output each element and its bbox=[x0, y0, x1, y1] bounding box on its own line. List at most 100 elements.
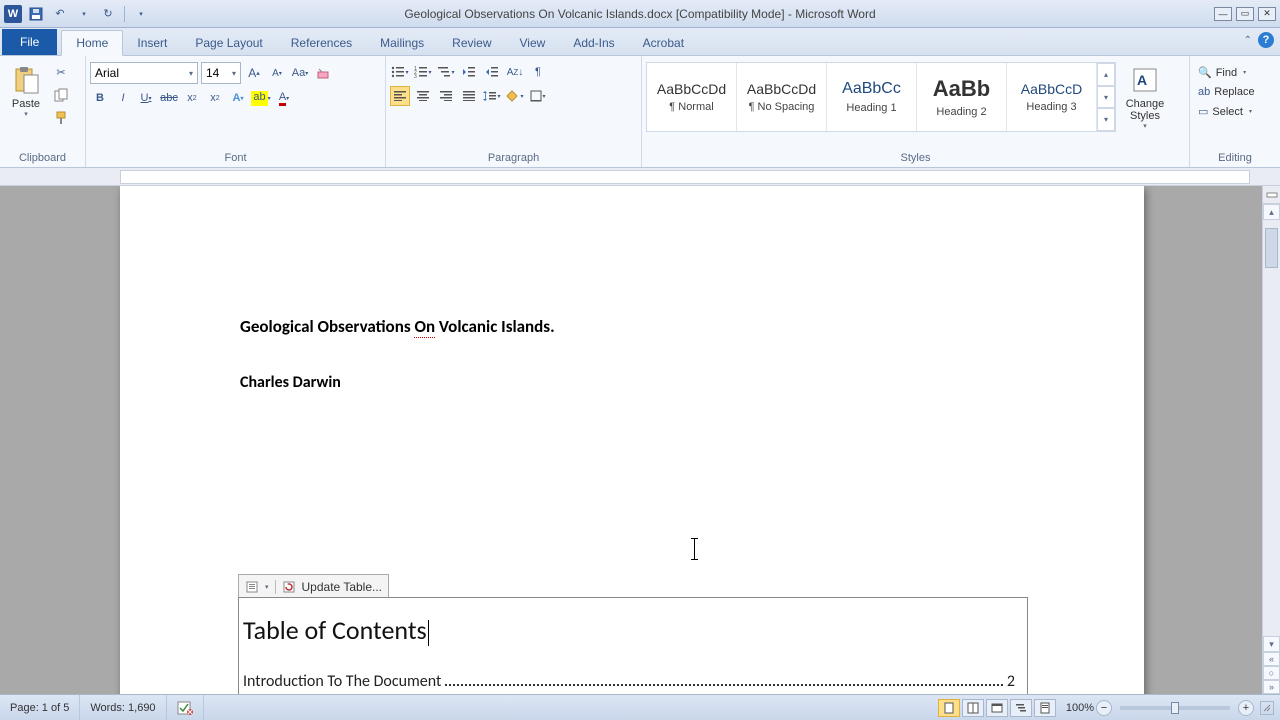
highlight-icon[interactable]: ab▾ bbox=[251, 88, 271, 108]
undo-dropdown-icon[interactable]: ▾ bbox=[74, 4, 94, 24]
shading-icon[interactable]: ▾ bbox=[505, 86, 525, 106]
document-area[interactable]: Geological Observations On Volcanic Isla… bbox=[0, 186, 1280, 694]
text-effects-icon[interactable]: A▾ bbox=[228, 88, 248, 108]
style-no-spacing[interactable]: AaBbCcDd¶ No Spacing bbox=[737, 63, 827, 131]
qat-customize-icon[interactable]: ▾ bbox=[131, 4, 151, 24]
scroll-up-icon[interactable]: ▴ bbox=[1263, 204, 1280, 220]
scroll-down-icon[interactable]: ▾ bbox=[1263, 636, 1280, 652]
outline-view-icon[interactable] bbox=[1010, 699, 1032, 717]
style-heading-3[interactable]: AaBbCcDHeading 3 bbox=[1007, 63, 1097, 131]
italic-button[interactable]: I bbox=[113, 88, 133, 108]
copy-icon[interactable] bbox=[51, 85, 71, 105]
tab-file[interactable]: File bbox=[2, 29, 57, 55]
tab-page-layout[interactable]: Page Layout bbox=[181, 31, 276, 55]
font-name-select[interactable]: Arial▾ bbox=[90, 62, 198, 84]
format-painter-icon[interactable] bbox=[51, 108, 71, 128]
tab-acrobat[interactable]: Acrobat bbox=[629, 31, 698, 55]
resize-grip-icon[interactable] bbox=[1260, 701, 1274, 715]
zoom-level[interactable]: 100% bbox=[1066, 702, 1094, 714]
tab-review[interactable]: Review bbox=[438, 31, 505, 55]
prev-page-icon[interactable]: « bbox=[1263, 652, 1280, 666]
subscript-button[interactable]: x2 bbox=[182, 88, 202, 108]
style-heading-2[interactable]: AaBbHeading 2 bbox=[917, 63, 1007, 131]
document-author[interactable]: Charles Darwin bbox=[240, 373, 1024, 392]
font-color-icon[interactable]: A▾ bbox=[274, 88, 294, 108]
browse-object-icon[interactable]: ○ bbox=[1263, 666, 1280, 680]
undo-icon[interactable]: ↶ bbox=[50, 4, 70, 24]
font-size-select[interactable]: 14▾ bbox=[201, 62, 241, 84]
borders-icon[interactable]: ▾ bbox=[528, 86, 548, 106]
bold-button[interactable]: B bbox=[90, 88, 110, 108]
multilevel-list-icon[interactable]: ▾ bbox=[436, 62, 456, 82]
numbering-icon[interactable]: 123▾ bbox=[413, 62, 433, 82]
style-gallery[interactable]: AaBbCcDd¶ Normal AaBbCcDd¶ No Spacing Aa… bbox=[646, 62, 1116, 132]
bullets-icon[interactable]: ▾ bbox=[390, 62, 410, 82]
strikethrough-button[interactable]: abc bbox=[159, 88, 179, 108]
decrease-indent-icon[interactable] bbox=[459, 62, 479, 82]
align-center-button[interactable] bbox=[413, 86, 433, 106]
help-icon[interactable]: ? bbox=[1258, 32, 1274, 48]
tab-mailings[interactable]: Mailings bbox=[366, 31, 438, 55]
tab-insert[interactable]: Insert bbox=[123, 31, 181, 55]
minimize-ribbon-icon[interactable]: ⌃ bbox=[1244, 35, 1252, 46]
style-scroll-up-icon[interactable]: ▴ bbox=[1097, 63, 1115, 86]
close-button[interactable]: ✕ bbox=[1258, 7, 1276, 21]
justify-button[interactable] bbox=[459, 86, 479, 106]
next-page-icon[interactable]: » bbox=[1263, 680, 1280, 694]
line-spacing-icon[interactable]: ▾ bbox=[482, 86, 502, 106]
cut-icon[interactable]: ✂ bbox=[51, 62, 71, 82]
select-button[interactable]: ▭Select▾ bbox=[1194, 103, 1259, 120]
scroll-track[interactable] bbox=[1263, 220, 1280, 636]
align-left-button[interactable] bbox=[390, 86, 410, 106]
zoom-knob[interactable] bbox=[1171, 702, 1179, 714]
web-layout-view-icon[interactable] bbox=[986, 699, 1008, 717]
tab-view[interactable]: View bbox=[506, 31, 560, 55]
replace-button[interactable]: abReplace bbox=[1194, 84, 1259, 100]
update-table-button[interactable]: Update Table... bbox=[302, 580, 383, 594]
sort-icon[interactable]: AZ↓ bbox=[505, 62, 525, 82]
draft-view-icon[interactable] bbox=[1034, 699, 1056, 717]
tab-references[interactable]: References bbox=[277, 31, 366, 55]
change-case-icon[interactable]: Aa▾ bbox=[290, 63, 310, 83]
change-styles-button[interactable]: A Change Styles ▾ bbox=[1119, 62, 1171, 150]
shrink-font-icon[interactable]: A▾ bbox=[267, 63, 287, 83]
style-heading-1[interactable]: AaBbCcHeading 1 bbox=[827, 63, 917, 131]
minimize-button[interactable]: — bbox=[1214, 7, 1232, 21]
toc-options-dropdown-icon[interactable]: ▾ bbox=[265, 583, 269, 591]
style-scroll-down-icon[interactable]: ▾ bbox=[1097, 86, 1115, 109]
style-expand-icon[interactable]: ▾ bbox=[1097, 108, 1115, 131]
scroll-thumb[interactable] bbox=[1265, 228, 1278, 268]
paste-button[interactable]: Paste ▾ bbox=[4, 62, 48, 120]
increase-indent-icon[interactable] bbox=[482, 62, 502, 82]
ruler-toggle-icon[interactable] bbox=[1263, 186, 1280, 204]
find-button[interactable]: 🔍Find▾ bbox=[1194, 64, 1259, 81]
zoom-in-button[interactable]: + bbox=[1238, 700, 1254, 716]
status-words[interactable]: Words: 1,690 bbox=[80, 695, 166, 720]
full-screen-view-icon[interactable] bbox=[962, 699, 984, 717]
underline-button[interactable]: U▾ bbox=[136, 88, 156, 108]
zoom-out-button[interactable]: − bbox=[1096, 700, 1112, 716]
paste-icon bbox=[10, 64, 42, 96]
tab-home[interactable]: Home bbox=[61, 30, 123, 56]
superscript-button[interactable]: x2 bbox=[205, 88, 225, 108]
maximize-button[interactable]: ▭ bbox=[1236, 7, 1254, 21]
toc-entry[interactable]: Introduction To The Document2 bbox=[243, 672, 1015, 691]
status-proofing-icon[interactable] bbox=[167, 695, 204, 720]
save-icon[interactable] bbox=[26, 4, 46, 24]
clear-formatting-icon[interactable] bbox=[313, 63, 333, 83]
style-normal[interactable]: AaBbCcDd¶ Normal bbox=[647, 63, 737, 131]
status-page[interactable]: Page: 1 of 5 bbox=[0, 695, 80, 720]
zoom-slider[interactable] bbox=[1120, 706, 1230, 710]
show-marks-icon[interactable]: ¶ bbox=[528, 62, 548, 82]
horizontal-ruler[interactable] bbox=[120, 170, 1250, 184]
toc-title[interactable]: Table of Contents bbox=[243, 614, 1015, 646]
grow-font-icon[interactable]: A▴ bbox=[244, 63, 264, 83]
print-layout-view-icon[interactable] bbox=[938, 699, 960, 717]
toc-container[interactable]: Table of Contents Introduction To The Do… bbox=[238, 597, 1028, 694]
align-right-button[interactable] bbox=[436, 86, 456, 106]
tab-add-ins[interactable]: Add-Ins bbox=[559, 31, 628, 55]
toc-options-icon[interactable] bbox=[245, 580, 259, 594]
group-editing: 🔍Find▾ abReplace ▭Select▾ Editing bbox=[1190, 56, 1280, 167]
document-title[interactable]: Geological Observations On Volcanic Isla… bbox=[240, 316, 1024, 337]
redo-icon[interactable]: ↻ bbox=[98, 4, 118, 24]
